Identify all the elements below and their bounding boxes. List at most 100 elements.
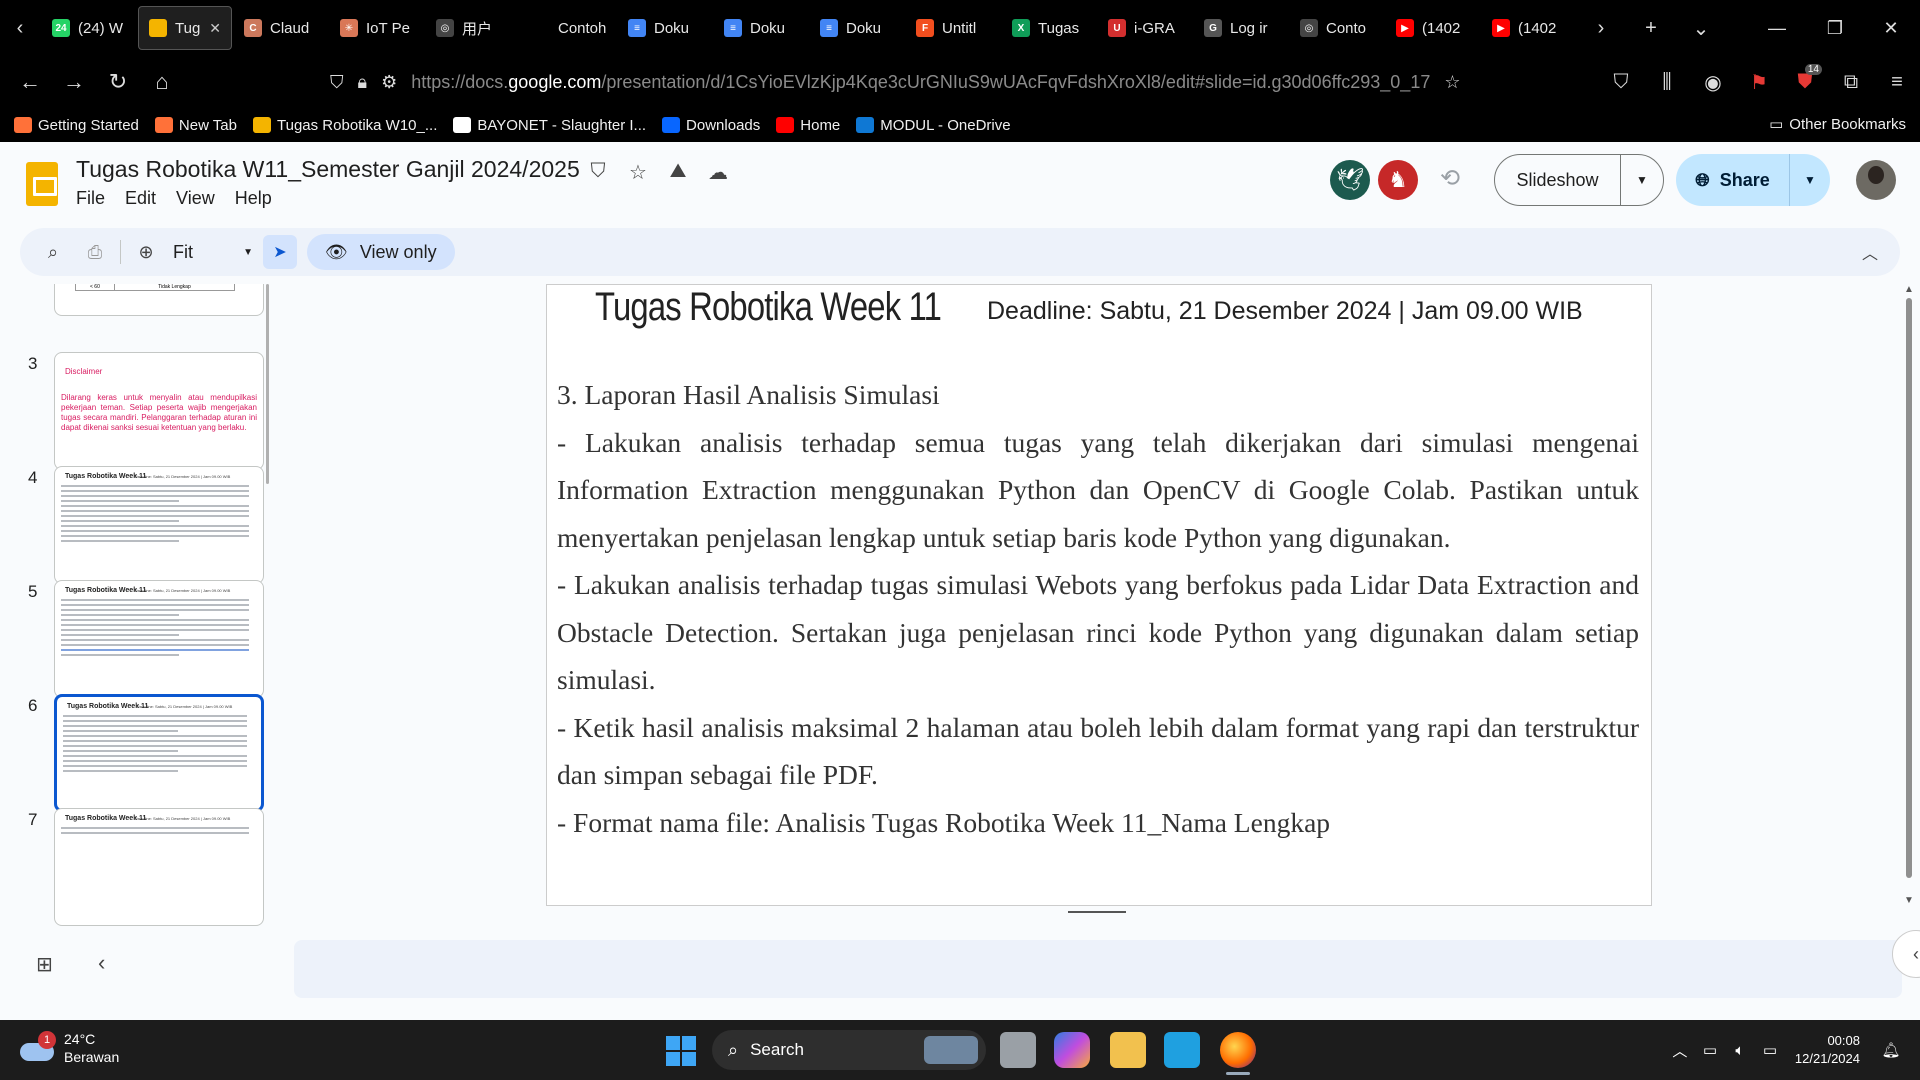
close-tab-icon[interactable]: ✕	[209, 20, 221, 37]
clock[interactable]: 00:08 12/21/2024	[1795, 1032, 1860, 1068]
view-only-button[interactable]: 👁︎ View only	[307, 234, 455, 270]
scroll-up-icon[interactable]: ▲	[1904, 284, 1914, 295]
bookmark-item[interactable]: Downloads	[662, 117, 760, 134]
slides-logo-icon[interactable]	[26, 162, 58, 206]
browser-tab[interactable]: 24 (24) W	[42, 6, 136, 50]
grid-view-icon[interactable]: ⊞	[36, 952, 53, 977]
browser-tab[interactable]: G Log ir	[1194, 6, 1288, 50]
canvas-scrollbar[interactable]: ▲ ▼	[1904, 284, 1914, 906]
slide-thumbnail[interactable]: Tugas Robotika Week 11 Deadline: Sabtu, 2…	[54, 580, 264, 698]
browser-tab[interactable]: ≡ Doku	[810, 6, 904, 50]
pocket-icon[interactable]: ⛉	[1598, 60, 1644, 104]
slide-canvas[interactable]: Tugas Robotika Week 11 Deadline: Sabtu, …	[546, 284, 1652, 906]
collaborator-avatar[interactable]: 🕊︎	[1330, 160, 1370, 200]
extensions-puzzle-icon[interactable]: ⧉	[1828, 60, 1874, 104]
speaker-notes[interactable]	[294, 940, 1902, 998]
share-button[interactable]: 🌐︎ Share ▼	[1676, 154, 1830, 206]
browser-tab[interactable]: ◎ 用户	[426, 6, 520, 50]
bookmark-item[interactable]: MODUL - OneDrive	[856, 117, 1011, 134]
back-icon[interactable]: ←	[8, 60, 52, 104]
notification-bell-icon[interactable]: 🔔︎	[1876, 1041, 1906, 1059]
extension-shield-icon[interactable]: ⛊ 14	[1782, 60, 1828, 104]
version-history-icon[interactable]: ⟲	[1440, 164, 1460, 193]
browser-tab[interactable]: ≡ Doku	[714, 6, 808, 50]
task-view-icon[interactable]	[1000, 1032, 1036, 1068]
slide-thumbnail[interactable]: Tugas Robotika Week 11 Deadline: Sabtu, 2…	[54, 694, 264, 812]
move-to-drive-icon[interactable]: ⛰	[658, 160, 698, 185]
close-window-icon[interactable]: ✕	[1862, 0, 1920, 56]
lock-icon[interactable]: 🔒︎	[358, 72, 368, 93]
share-dropdown-icon[interactable]: ▼	[1790, 173, 1830, 187]
browser-tab[interactable]: ◎ Conto	[1290, 6, 1384, 50]
collapse-filmstrip-icon[interactable]: ‹	[98, 950, 105, 976]
browser-tab[interactable]: F Untitl	[906, 6, 1000, 50]
chevron-up-icon[interactable]: ︿	[1665, 1040, 1695, 1061]
bookmark-item[interactable]: Tugas Robotika W10_...	[253, 117, 437, 134]
browser-tab[interactable]: ▶ (1402	[1386, 6, 1480, 50]
bookmark-item[interactable]: Home	[776, 117, 840, 134]
address-bar[interactable]: ⛉ 🔒︎ ⚙ https://docs. google.com/presentat…	[330, 62, 1460, 102]
volume-icon[interactable]: 🔈︎	[1725, 1042, 1755, 1059]
bookmark-star-icon[interactable]: ☆	[1444, 72, 1460, 93]
firefox-icon[interactable]	[1220, 1032, 1256, 1068]
copilot-icon[interactable]	[1054, 1032, 1090, 1068]
filmstrip-scrollbar[interactable]	[266, 284, 269, 484]
slideshow-dropdown-icon[interactable]: ▼	[1621, 173, 1663, 187]
scroll-down-icon[interactable]: ▼	[1904, 895, 1914, 906]
shield-icon[interactable]: ⛉	[330, 72, 344, 93]
slide-thumbnail[interactable]: Tugas Robotika Week 11 Deadline: Sabtu, 2…	[54, 466, 264, 584]
menu-file[interactable]: File	[76, 188, 105, 209]
new-tab-button[interactable]: +	[1626, 0, 1676, 56]
browser-tab[interactable]: X Tugas	[1002, 6, 1096, 50]
start-button[interactable]	[666, 1036, 696, 1066]
zoom-select[interactable]: Fit ▼	[167, 242, 257, 263]
tab-scroll-right-icon[interactable]: ›	[1576, 0, 1626, 56]
library-icon[interactable]: ⫼	[1644, 60, 1690, 104]
zoom-icon[interactable]: ⊕	[125, 232, 167, 272]
search-icon[interactable]: ⌕	[32, 232, 74, 272]
slide-thumbnail[interactable]: Tugas Robotika Week 11 Deadline: Sabtu, 2…	[54, 808, 264, 926]
tab-list-back-icon[interactable]: ‹	[0, 0, 40, 56]
tab-list-dropdown-icon[interactable]: ⌄	[1676, 0, 1726, 56]
browser-tab[interactable]: ▶ (1402	[1482, 6, 1576, 50]
file-explorer-icon[interactable]	[1110, 1032, 1146, 1068]
slideshow-button[interactable]: Slideshow ▼	[1494, 154, 1664, 206]
battery-icon[interactable]: ▭	[1755, 1041, 1785, 1059]
account-icon[interactable]: ◉	[1690, 60, 1736, 104]
select-cursor-icon[interactable]: ➤	[263, 235, 297, 269]
taskbar-search[interactable]: ⌕ Search	[712, 1030, 986, 1070]
home-icon[interactable]: ⌂	[140, 60, 184, 104]
browser-tab[interactable]: C Claud	[234, 6, 328, 50]
extension-red-icon[interactable]: ⚑	[1736, 60, 1782, 104]
menu-icon[interactable]: ≡	[1874, 60, 1920, 104]
browser-tab[interactable]: Contoh_C	[522, 6, 616, 50]
bookmark-item[interactable]: Getting Started	[14, 117, 139, 134]
minimize-icon[interactable]: —	[1748, 0, 1806, 56]
slide-thumbnail[interactable]: Disclaimer Dilarang keras untuk menyalin …	[54, 352, 264, 470]
canvas-scroll-thumb[interactable]	[1906, 298, 1912, 878]
doc-title[interactable]: Tugas Robotika W11_Semester Ganjil 2024/…	[76, 156, 580, 183]
collaborator-avatar[interactable]: ♞	[1378, 160, 1418, 200]
browser-tab[interactable]: Tug ✕	[138, 6, 232, 50]
restore-icon[interactable]: ❐	[1806, 0, 1864, 56]
zoom-app-icon[interactable]	[1164, 1032, 1200, 1068]
bookmark-item[interactable]: New Tab	[154, 117, 237, 134]
forward-icon[interactable]: →	[52, 60, 96, 104]
browser-tab[interactable]: Ui-GRA	[1098, 6, 1192, 50]
slide-thumbnail[interactable]: ≥ 70Lengkap< 60Tidak Lengkap	[54, 284, 264, 316]
other-bookmarks[interactable]: ▭ Other Bookmarks	[1769, 115, 1906, 134]
menu-edit[interactable]: Edit	[125, 188, 156, 209]
permissions-icon[interactable]: ⚙	[381, 72, 397, 93]
star-icon[interactable]: ☆	[618, 160, 658, 185]
lock-shield-icon[interactable]: ⛉	[578, 160, 618, 185]
reload-icon[interactable]: ↻	[96, 60, 140, 104]
cloud-status-icon[interactable]: ☁	[698, 160, 738, 185]
print-icon[interactable]: ⎙	[74, 232, 116, 272]
menu-help[interactable]: Help	[235, 188, 272, 209]
menu-view[interactable]: View	[176, 188, 215, 209]
collapse-toolbar-icon[interactable]: ︿	[1862, 240, 1878, 264]
network-icon[interactable]: ▭	[1695, 1041, 1725, 1059]
browser-tab[interactable]: ✳ IoT Pe	[330, 6, 424, 50]
browser-tab[interactable]: ≡ Doku	[618, 6, 712, 50]
bookmark-item[interactable]: BAYONET - Slaughter I...	[453, 117, 646, 134]
